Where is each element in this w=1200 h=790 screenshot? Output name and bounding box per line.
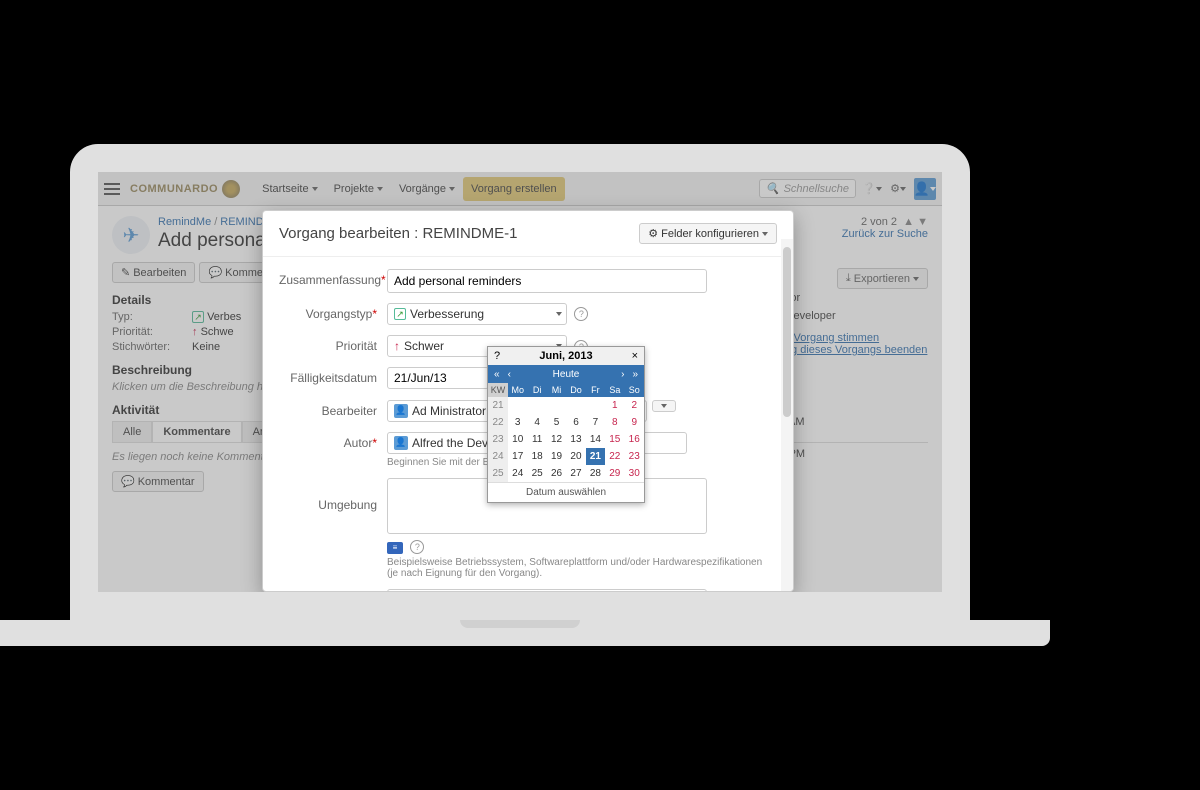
today-button[interactable]: Heute <box>553 369 580 380</box>
calendar-help-icon[interactable]: ? <box>494 350 500 362</box>
gear-icon: ⚙ <box>648 227 658 240</box>
calendar-week-row: 2524252627282930 <box>488 465 644 482</box>
calendar-day[interactable]: 23 <box>625 448 644 465</box>
calendar-week-row: 21 12 <box>488 397 644 414</box>
calendar-day[interactable]: 29 <box>605 465 624 482</box>
calendar-close-icon[interactable]: × <box>632 350 638 362</box>
calendar-day[interactable]: 9 <box>625 414 644 431</box>
laptop-base <box>0 620 1050 646</box>
week-number: 21 <box>488 397 508 414</box>
scrollbar-thumb[interactable] <box>783 247 791 417</box>
user-icon: 👤 <box>394 404 408 418</box>
priority-icon: ↑ <box>394 339 400 353</box>
calendar-day[interactable]: 22 <box>605 448 624 465</box>
calendar-day[interactable]: 17 <box>508 448 527 465</box>
description-textarea[interactable] <box>387 589 707 593</box>
week-number: 23 <box>488 431 508 448</box>
calendar-day[interactable]: 6 <box>566 414 585 431</box>
laptop-notch <box>460 620 580 628</box>
calendar-day[interactable]: 16 <box>625 431 644 448</box>
calendar-title-row: ? Juni, 2013 × <box>488 347 644 365</box>
week-number: 24 <box>488 448 508 465</box>
wiki-markup-icon[interactable]: ≡ <box>387 542 403 554</box>
calendar-nav-row: « ‹ Heute › » <box>488 365 644 383</box>
calendar-day[interactable]: 20 <box>566 448 585 465</box>
issuetype-select[interactable]: ↗Verbesserung <box>387 303 567 325</box>
dialog-scrollbar[interactable] <box>781 239 793 591</box>
calendar-day[interactable]: 28 <box>586 465 605 482</box>
calendar-day <box>586 397 605 414</box>
calendar-day <box>566 397 585 414</box>
calendar-day[interactable]: 4 <box>527 414 546 431</box>
cal-prev-year-icon[interactable]: « <box>492 369 502 380</box>
calendar-day[interactable]: 2 <box>625 397 644 414</box>
cal-next-month-icon[interactable]: › <box>619 369 626 380</box>
date-picker: ? Juni, 2013 × « ‹ Heute › » KW MoDiMiDoFr… <box>487 346 645 503</box>
calendar-day[interactable]: 8 <box>605 414 624 431</box>
calendar-day[interactable]: 27 <box>566 465 585 482</box>
user-icon: 👤 <box>394 436 408 450</box>
calendar-day[interactable]: 21 <box>586 448 605 465</box>
calendar-day[interactable]: 10 <box>508 431 527 448</box>
calendar-week-row: 223456789 <box>488 414 644 431</box>
cal-prev-month-icon[interactable]: ‹ <box>506 369 513 380</box>
calendar-week-row: 2417181920212223 <box>488 448 644 465</box>
help-icon[interactable]: ? <box>410 540 424 554</box>
calendar-day <box>508 397 527 414</box>
calendar-dow-row: KW MoDiMiDoFrSaSo <box>488 383 644 397</box>
week-number-header: KW <box>488 383 508 397</box>
calendar-month-label: Juni, 2013 <box>539 350 592 362</box>
calendar-day[interactable]: 13 <box>566 431 585 448</box>
dialog-title: Vorgang bearbeiten : REMINDME-1 <box>279 225 517 242</box>
calendar-day[interactable]: 3 <box>508 414 527 431</box>
assignee-dropdown-button[interactable] <box>652 400 676 412</box>
calendar-day[interactable]: 12 <box>547 431 566 448</box>
calendar-day[interactable]: 14 <box>586 431 605 448</box>
calendar-day <box>527 397 546 414</box>
calendar-day[interactable]: 18 <box>527 448 546 465</box>
calendar-day[interactable]: 30 <box>625 465 644 482</box>
due-date-input[interactable] <box>387 367 489 389</box>
calendar-grid: 2112223456789231011121314151624171819202… <box>488 397 644 482</box>
environment-help-text: Beispielsweise Betriebssystem, Softwarep… <box>387 557 767 579</box>
summary-input[interactable] <box>387 269 707 293</box>
calendar-day[interactable]: 1 <box>605 397 624 414</box>
calendar-week-row: 2310111213141516 <box>488 431 644 448</box>
calendar-day[interactable]: 7 <box>586 414 605 431</box>
calendar-day[interactable]: 15 <box>605 431 624 448</box>
calendar-day[interactable]: 19 <box>547 448 566 465</box>
cal-next-year-icon[interactable]: » <box>630 369 640 380</box>
calendar-day[interactable]: 24 <box>508 465 527 482</box>
calendar-day[interactable]: 25 <box>527 465 546 482</box>
calendar-footer: Datum auswählen <box>488 482 644 502</box>
week-number: 22 <box>488 414 508 431</box>
calendar-day <box>547 397 566 414</box>
improvement-icon: ↗ <box>394 308 406 320</box>
calendar-day[interactable]: 11 <box>527 431 546 448</box>
configure-fields-button[interactable]: ⚙Felder konfigurieren <box>639 223 777 244</box>
calendar-day[interactable]: 5 <box>547 414 566 431</box>
calendar-day[interactable]: 26 <box>547 465 566 482</box>
week-number: 25 <box>488 465 508 482</box>
help-icon[interactable]: ? <box>574 307 588 321</box>
